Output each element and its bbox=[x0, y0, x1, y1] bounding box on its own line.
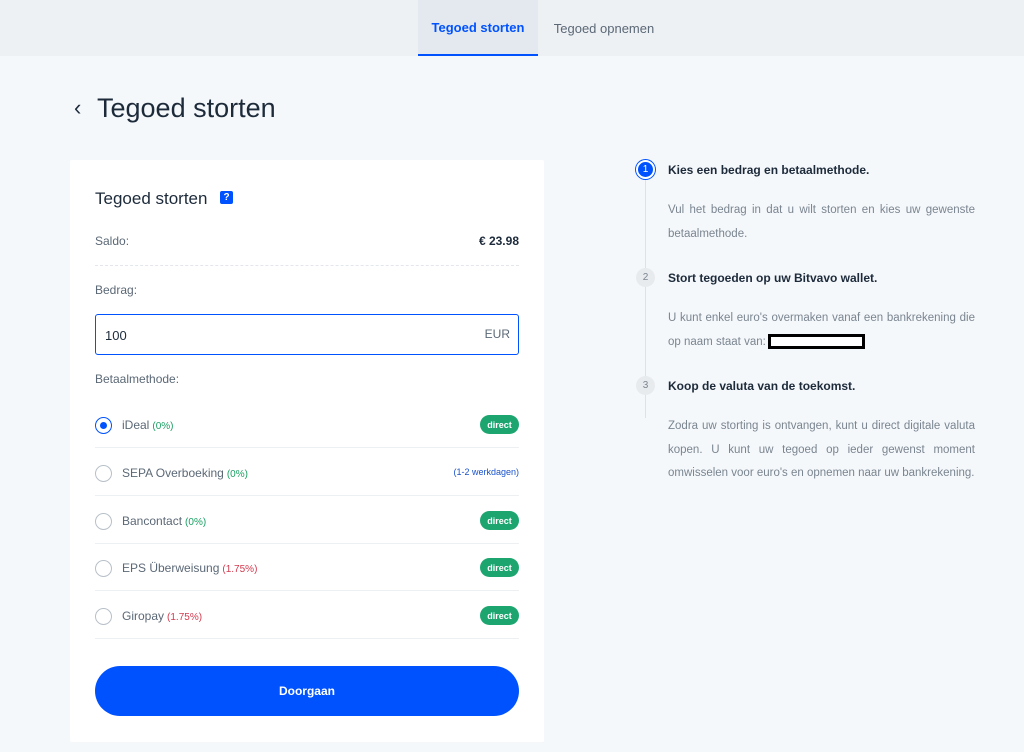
divider bbox=[95, 265, 519, 266]
method-name: SEPA Overboeking (0%) bbox=[122, 466, 248, 480]
method-name: Giropay (1.75%) bbox=[122, 609, 203, 623]
step-text: Zodra uw storting is ontvangen, kunt u d… bbox=[668, 420, 975, 479]
direct-badge: direct bbox=[480, 558, 519, 577]
payment-method-ideal[interactable]: iDeal (0%) direct bbox=[95, 401, 519, 448]
step-number-2: 2 bbox=[636, 268, 655, 287]
tab-tegoed-opnemen[interactable]: Tegoed opnemen bbox=[538, 0, 670, 56]
redacted-name-box bbox=[767, 333, 865, 349]
method-name: Bancontact (0%) bbox=[122, 514, 207, 528]
continue-button[interactable]: Doorgaan bbox=[95, 666, 519, 716]
step-title: Kies een bedrag en betaalmethode. bbox=[668, 163, 870, 177]
radio-giropay[interactable] bbox=[95, 608, 112, 625]
payment-method-sepa[interactable]: SEPA Overboeking (0%) (1-2 werkdagen) bbox=[95, 449, 519, 496]
radio-sepa[interactable] bbox=[95, 465, 112, 482]
method-fee: (0%) bbox=[152, 421, 174, 432]
payment-method-giropay[interactable]: Giropay (1.75%) direct bbox=[95, 592, 519, 639]
top-tab-bar: Tegoed storten Tegoed opnemen bbox=[0, 0, 1024, 56]
payment-method-label: Betaalmethode: bbox=[95, 372, 180, 386]
step-title: Stort tegoeden op uw Bitvavo wallet. bbox=[668, 271, 878, 285]
step-title: Koop de valuta van de toekomst. bbox=[668, 379, 856, 393]
deposit-card: Tegoed storten ? Saldo: € 23.98 Bedrag: … bbox=[70, 160, 544, 742]
saldo-label: Saldo: bbox=[95, 234, 130, 248]
direct-badge: direct bbox=[480, 415, 519, 434]
method-fee: (1.75%) bbox=[222, 564, 258, 575]
radio-bancontact[interactable] bbox=[95, 513, 112, 530]
method-fee: (1.75%) bbox=[167, 612, 203, 623]
method-name: iDeal (0%) bbox=[122, 418, 174, 432]
amount-label: Bedrag: bbox=[95, 283, 138, 297]
payment-method-eps[interactable]: EPS Überweisung (1.75%) direct bbox=[95, 544, 519, 591]
processing-time-label: (1-2 werkdagen) bbox=[453, 467, 519, 477]
method-fee: (0%) bbox=[185, 517, 207, 528]
tab-tegoed-storten[interactable]: Tegoed storten bbox=[418, 0, 538, 56]
amount-field[interactable]: EUR bbox=[95, 314, 519, 355]
amount-currency: EUR bbox=[484, 327, 510, 341]
page-title: Tegoed storten bbox=[97, 93, 276, 123]
help-icon[interactable]: ? bbox=[220, 191, 233, 204]
step-text: Vul het bedrag in dat u wilt storten en … bbox=[668, 204, 975, 240]
direct-badge: direct bbox=[480, 606, 519, 625]
payment-method-bancontact[interactable]: Bancontact (0%) direct bbox=[95, 497, 519, 544]
radio-eps[interactable] bbox=[95, 560, 112, 577]
amount-input[interactable] bbox=[105, 325, 405, 345]
step-number-3: 3 bbox=[636, 376, 655, 395]
saldo-value: € 23.98 bbox=[478, 234, 519, 248]
card-title: Tegoed storten bbox=[95, 189, 208, 208]
steps-panel: 1 Kies een bedrag en betaalmethode. Vul … bbox=[636, 158, 976, 518]
radio-ideal[interactable] bbox=[95, 417, 112, 434]
step-number-1: 1 bbox=[636, 160, 655, 179]
direct-badge: direct bbox=[480, 511, 519, 530]
back-chevron-icon[interactable]: ‹ bbox=[74, 96, 81, 120]
step-text: U kunt enkel euro's overmaken vanaf een … bbox=[668, 312, 975, 349]
method-name: EPS Überweisung (1.75%) bbox=[122, 561, 258, 575]
method-fee: (0%) bbox=[226, 469, 248, 480]
